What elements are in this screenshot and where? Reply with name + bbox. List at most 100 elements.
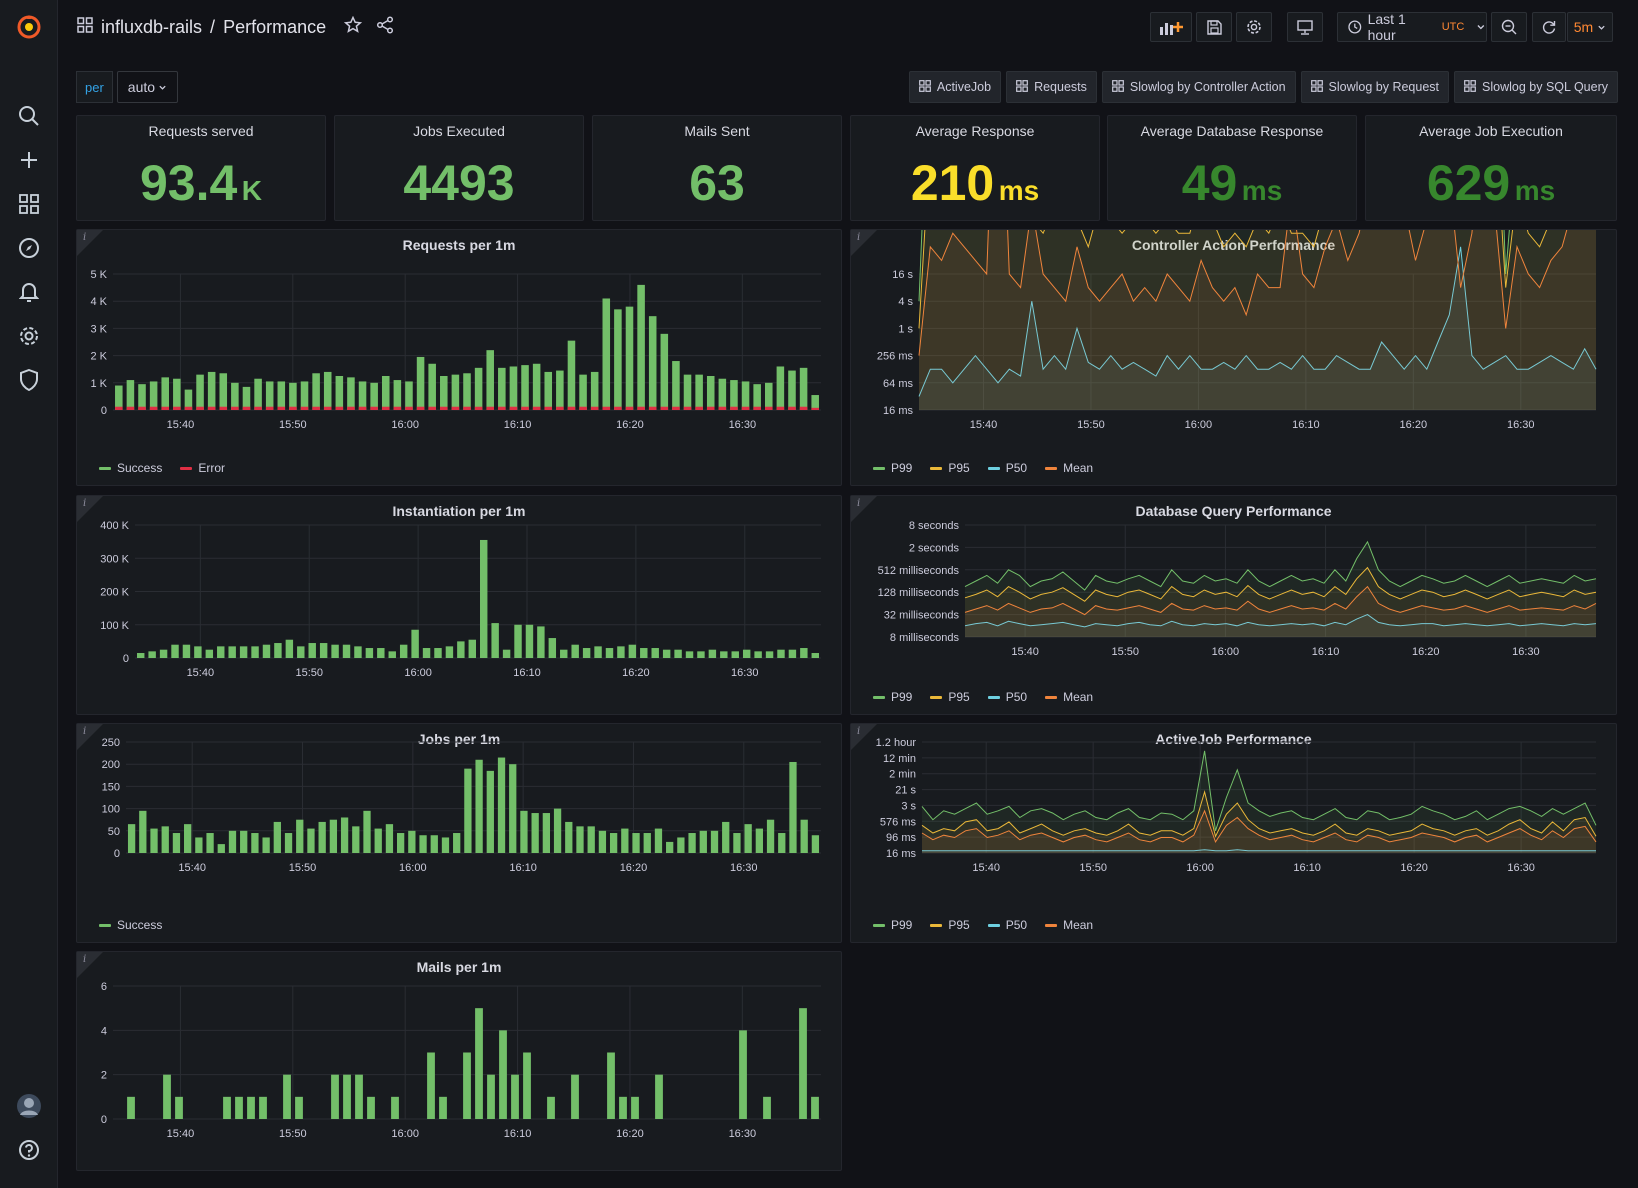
refresh-button[interactable] <box>1532 12 1566 42</box>
panel-controller-action-performance[interactable]: i Controller Action Performance 16 ms 64 … <box>850 229 1617 486</box>
bar <box>126 380 135 410</box>
legend-item[interactable]: Mean <box>1045 918 1093 932</box>
stat-panel-average-response[interactable]: Average Response 210 ms <box>850 115 1100 221</box>
bar <box>788 649 797 658</box>
bar <box>205 649 214 658</box>
page-title[interactable]: Performance <box>223 17 326 38</box>
bar <box>422 648 431 658</box>
bar <box>171 644 179 658</box>
x-tick-label: 16:30 <box>1512 646 1540 658</box>
chevron-down-icon <box>159 85 166 90</box>
legend-item[interactable]: P99 <box>873 690 912 704</box>
legend-item[interactable]: P99 <box>873 461 912 475</box>
error-bar <box>289 406 297 410</box>
bar <box>548 638 557 658</box>
bar <box>520 810 528 853</box>
legend-item[interactable]: P95 <box>930 918 970 932</box>
explore-compass-icon[interactable] <box>16 235 42 261</box>
alerting-bell-icon[interactable] <box>16 279 42 305</box>
legend-swatch <box>930 695 943 699</box>
error-bar <box>637 406 645 410</box>
server-admin-shield-icon[interactable] <box>16 367 42 393</box>
legend-item[interactable]: Mean <box>1045 461 1093 475</box>
stat-value: 49 <box>1181 155 1238 211</box>
stat-panel-average-job-execution[interactable]: Average Job Execution 629 ms <box>1365 115 1617 221</box>
bar <box>127 824 136 853</box>
link-slowlog-controller[interactable]: Slowlog by Controller Action <box>1101 71 1296 103</box>
bar <box>499 1030 507 1119</box>
bar <box>441 837 450 853</box>
stat-value-wrap: 4493 <box>335 154 583 212</box>
bar <box>502 649 511 658</box>
user-avatar[interactable] <box>16 1093 42 1119</box>
search-icon[interactable] <box>16 103 42 129</box>
zoom-out-button[interactable] <box>1491 12 1527 42</box>
legend-item[interactable]: P50 <box>987 461 1027 475</box>
star-icon[interactable] <box>344 15 363 39</box>
create-plus-icon[interactable] <box>16 147 42 173</box>
refresh-interval-picker[interactable]: 5m <box>1567 12 1613 42</box>
variable-label-per: per <box>76 71 113 103</box>
bar <box>607 1052 615 1119</box>
add-panel-icon <box>1160 22 1183 35</box>
share-icon[interactable] <box>376 16 394 39</box>
dashboard-settings-button[interactable] <box>1236 12 1272 42</box>
grafana-logo-icon[interactable] <box>16 14 42 40</box>
panel-mails-per-1m[interactable]: i Mails per 1m 0 2 4 6 15:40 15:50 16:00 16:10 1… <box>76 951 842 1171</box>
stat-unit: ms <box>998 175 1040 206</box>
dashboards-icon[interactable] <box>16 191 42 217</box>
link-activejob[interactable]: ActiveJob <box>908 71 1002 103</box>
stat-panel-mails-sent[interactable]: Mails Sent 63 <box>592 115 842 221</box>
folder-link[interactable]: influxdb-rails <box>101 17 202 38</box>
error-bar <box>683 406 692 410</box>
bar <box>625 306 634 410</box>
add-panel-button[interactable] <box>1150 12 1192 42</box>
legend-item[interactable]: Error <box>180 461 225 475</box>
legend-item[interactable]: P50 <box>987 690 1027 704</box>
bar <box>567 340 576 410</box>
legend-item[interactable]: Success <box>99 918 162 932</box>
y-tick-label: 16 ms <box>883 405 913 417</box>
panel-requests-per-1m[interactable]: i Requests per 1m 01 K2 K3 K4 K5 K 15:40 1… <box>76 229 842 486</box>
legend-item[interactable]: Success <box>99 461 162 475</box>
panel-jobs-per-1m[interactable]: i Jobs per 1m 0 50 100 150 200 250 15:40 15:50 1… <box>76 723 842 943</box>
legend-item[interactable]: P95 <box>930 461 970 475</box>
help-icon[interactable] <box>16 1137 42 1163</box>
settings-gear-icon[interactable] <box>16 323 42 349</box>
bar <box>511 1074 519 1119</box>
bar <box>525 624 534 658</box>
x-tick-label: 16:30 <box>1507 419 1535 431</box>
save-dashboard-button[interactable] <box>1196 12 1232 42</box>
panel-database-query-performance[interactable]: i Database Query Performance 8 milliseco… <box>850 495 1617 715</box>
link-slowlog-sql[interactable]: Slowlog by SQL Query <box>1454 71 1618 103</box>
legend-item[interactable]: P99 <box>873 918 912 932</box>
y-tick-label: 2 min <box>889 769 916 781</box>
stat-panel-requests-served[interactable]: Requests served 93.4 K <box>76 115 326 221</box>
stat-panel-average-database-response[interactable]: Average Database Response 49 ms <box>1107 115 1357 221</box>
link-slowlog-request[interactable]: Slowlog by Request <box>1300 71 1450 103</box>
y-tick-label: 6 <box>101 981 107 993</box>
bar <box>582 648 591 658</box>
time-picker-button[interactable]: Last 1 hour UTC <box>1337 11 1487 43</box>
error-bar <box>614 406 622 410</box>
bar <box>240 830 248 853</box>
link-requests[interactable]: Requests <box>1006 71 1097 103</box>
panel-activejob-performance[interactable]: i ActiveJob Performance 16 ms 96 ms 576 ms… <box>850 723 1617 943</box>
bar <box>451 374 460 410</box>
stat-value-wrap: 210 ms <box>851 154 1099 212</box>
bar <box>138 384 146 410</box>
legend-item[interactable]: P95 <box>930 690 970 704</box>
variable-value: auto <box>127 79 156 95</box>
bar <box>411 629 419 658</box>
legend-swatch <box>873 466 885 470</box>
legend-item[interactable]: Mean <box>1045 690 1093 704</box>
stat-panel-jobs-executed[interactable]: Jobs Executed 4493 <box>334 115 584 221</box>
panel-instantiation-per-1m[interactable]: i Instantiation per 1m 0 100 K 200 K 300 K4… <box>76 495 842 715</box>
bar <box>800 819 808 853</box>
bar <box>262 837 270 853</box>
legend-item[interactable]: P50 <box>987 918 1027 932</box>
cycle-view-mode-button[interactable] <box>1287 12 1323 42</box>
error-bar <box>358 406 367 410</box>
x-tick-label: 16:30 <box>730 862 758 874</box>
variable-select-per[interactable]: auto <box>116 71 179 103</box>
